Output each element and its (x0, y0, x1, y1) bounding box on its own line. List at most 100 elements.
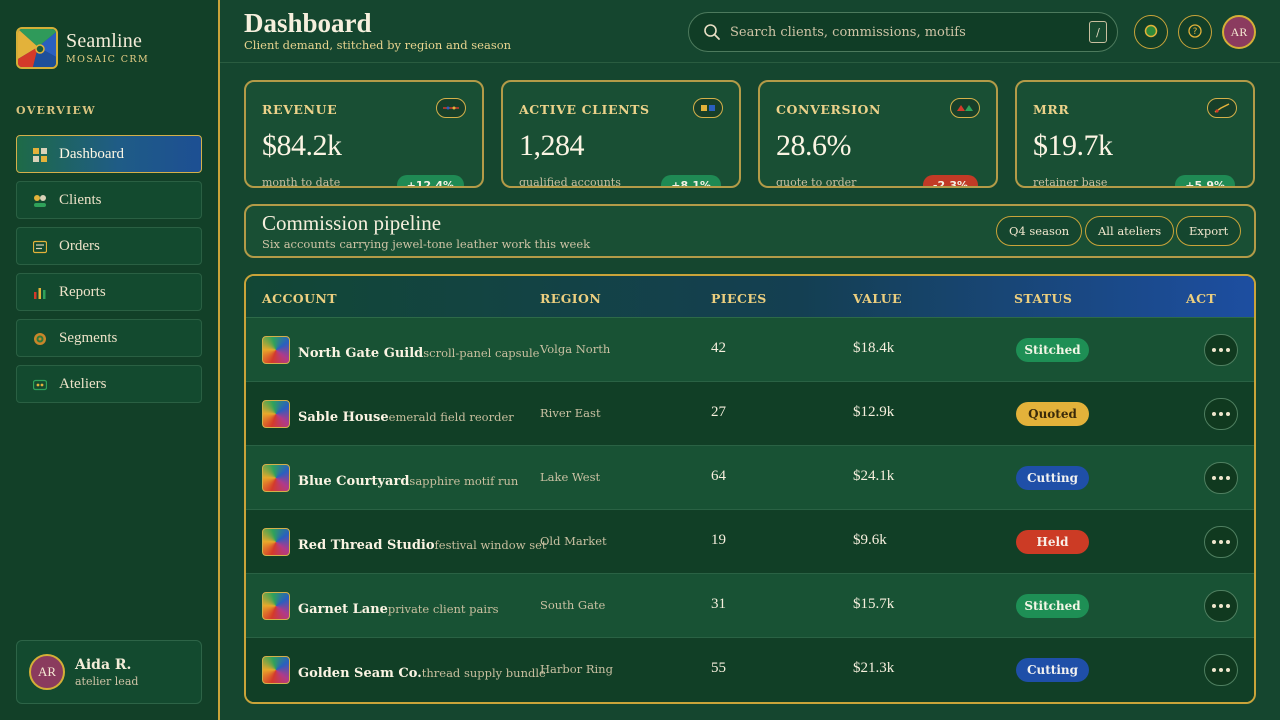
row-actions-button[interactable] (1204, 398, 1238, 430)
region-cell: River East (540, 406, 601, 420)
atelier-icon (32, 377, 48, 391)
search-input[interactable] (730, 24, 1089, 40)
brand[interactable]: Seamline MOSAIC CRM (16, 27, 149, 69)
more-icon (1212, 604, 1230, 608)
kpi-card-conversion[interactable]: CONVERSION 28.6% quote to order -2.3% (758, 80, 998, 188)
column-header-region[interactable]: REGION (540, 291, 601, 306)
search-shortcut-key: / (1089, 21, 1107, 43)
status-badge: Quoted (1016, 402, 1089, 426)
theme-button[interactable] (1134, 15, 1168, 49)
status-badge: Held (1016, 530, 1089, 554)
table-row[interactable]: North Gate Guildscroll-panel capsule Vol… (246, 318, 1254, 382)
header-avatar[interactable]: AR (1222, 15, 1256, 49)
row-actions-button[interactable] (1204, 526, 1238, 558)
sidebar-item-ateliers[interactable]: Ateliers (16, 365, 202, 403)
column-header-status[interactable]: STATUS (1014, 291, 1072, 306)
status-badge: Cutting (1016, 658, 1089, 682)
kpi-caption: month to date (262, 176, 341, 188)
pipeline-panel: Commission pipeline Six accounts carryin… (244, 204, 1256, 258)
kpi-card-active-clients[interactable]: ACTIVE CLIENTS 1,284 qualified accounts … (501, 80, 741, 188)
account-name: North Gate Guild (298, 346, 424, 361)
help-button[interactable]: ? (1178, 15, 1212, 49)
kpi-card-mrr[interactable]: MRR $19.7k retainer base +5.9% (1015, 80, 1255, 188)
sidebar-item-label: Ateliers (59, 375, 107, 392)
sidebar-item-label: Reports (59, 283, 106, 300)
account-note: festival window set (434, 538, 547, 552)
page-title: Dashboard (244, 8, 372, 38)
users-icon (33, 193, 47, 207)
more-icon (1212, 476, 1230, 480)
kpi-label: CONVERSION (776, 102, 882, 117)
sidebar-item-label: Dashboard (59, 145, 124, 162)
sidebar-item-clients[interactable]: Clients (16, 181, 202, 219)
row-actions-button[interactable] (1204, 654, 1238, 686)
sidebar-item-label: Orders (59, 237, 100, 254)
region-cell: Volga North (540, 342, 611, 356)
table-row[interactable]: Blue Courtyardsapphire motif run Lake We… (246, 446, 1254, 510)
account-swatch (262, 592, 290, 620)
target-icon (33, 331, 47, 345)
atelier-filter-button[interactable]: All ateliers (1085, 216, 1175, 246)
status-badge: Cutting (1016, 466, 1089, 490)
account-name: Blue Courtyard (298, 474, 410, 489)
sidebar-item-label: Segments (59, 329, 118, 346)
table-row[interactable]: Red Thread Studiofestival window set Old… (246, 510, 1254, 574)
pipeline-subtitle: Six accounts carrying jewel-tone leather… (262, 237, 591, 251)
column-header-pieces[interactable]: PIECES (711, 291, 767, 306)
account-name: Sable House (298, 410, 389, 425)
circle-icon (1144, 23, 1158, 42)
pieces-cell: 19 (711, 532, 726, 548)
row-actions-button[interactable] (1204, 334, 1238, 366)
region-cell: Lake West (540, 470, 601, 484)
sidebar-item-segments[interactable]: Segments (16, 319, 202, 357)
more-icon (1212, 348, 1230, 352)
export-button[interactable]: Export (1176, 216, 1242, 246)
account-note: thread supply bundle (421, 666, 546, 680)
user-card[interactable]: AR Aida R. atelier lead (16, 640, 202, 704)
kpi-delta-badge: -2.3% (922, 175, 978, 186)
search-icon (703, 23, 721, 41)
account-note: private client pairs (387, 602, 499, 616)
season-filter-button[interactable]: Q4 season (996, 216, 1083, 246)
triangles-icon (950, 98, 980, 118)
more-icon (1212, 668, 1230, 672)
table-body: North Gate Guildscroll-panel capsule Vol… (246, 318, 1254, 702)
avatar: AR (29, 654, 65, 690)
column-header-value[interactable]: VALUE (853, 291, 902, 306)
table-row[interactable]: Golden Seam Co.thread supply bundle Harb… (246, 638, 1254, 702)
value-cell: $21.3k (853, 660, 895, 676)
kpi-value: 1,284 (519, 129, 585, 162)
sidebar-item-dashboard[interactable]: Dashboard (16, 135, 202, 173)
account-name: Garnet Lane (298, 602, 388, 617)
kpi-card-revenue[interactable]: REVENUE $84.2k month to date +12.4% (244, 80, 484, 188)
pieces-cell: 31 (711, 596, 726, 612)
column-header-account[interactable]: ACCOUNT (262, 291, 337, 306)
value-cell: $24.1k (853, 468, 895, 484)
sidebar-item-orders[interactable]: Orders (16, 227, 202, 265)
user-name: Aida R. (75, 656, 132, 673)
table-header: ACCOUNT REGION PIECES VALUE STATUS ACT (246, 276, 1254, 318)
help-icon: ? (1188, 23, 1202, 42)
table-row[interactable]: Garnet Laneprivate client pairs South Ga… (246, 574, 1254, 638)
row-actions-button[interactable] (1204, 462, 1238, 494)
account-note: scroll-panel capsule (423, 346, 540, 360)
pieces-cell: 64 (711, 468, 726, 484)
column-header-actions: ACT (1186, 291, 1217, 306)
kpi-caption: qualified accounts (519, 176, 621, 188)
table-row[interactable]: Sable Houseemerald field reorder River E… (246, 382, 1254, 446)
kpi-label: ACTIVE CLIENTS (519, 102, 650, 117)
value-cell: $9.6k (853, 532, 887, 548)
account-swatch (262, 400, 290, 428)
row-actions-button[interactable] (1204, 590, 1238, 622)
kpi-caption: retainer base (1033, 176, 1108, 188)
account-swatch (262, 528, 290, 556)
account-swatch (262, 336, 290, 364)
search-bar[interactable]: / (688, 12, 1118, 52)
sidebar-item-reports[interactable]: Reports (16, 273, 202, 311)
account-swatch (262, 464, 290, 492)
pieces-cell: 55 (711, 660, 726, 676)
more-icon (1212, 412, 1230, 416)
brand-subtitle: MOSAIC CRM (66, 54, 150, 65)
account-name: Golden Seam Co. (298, 666, 422, 681)
header-divider (220, 62, 1280, 63)
